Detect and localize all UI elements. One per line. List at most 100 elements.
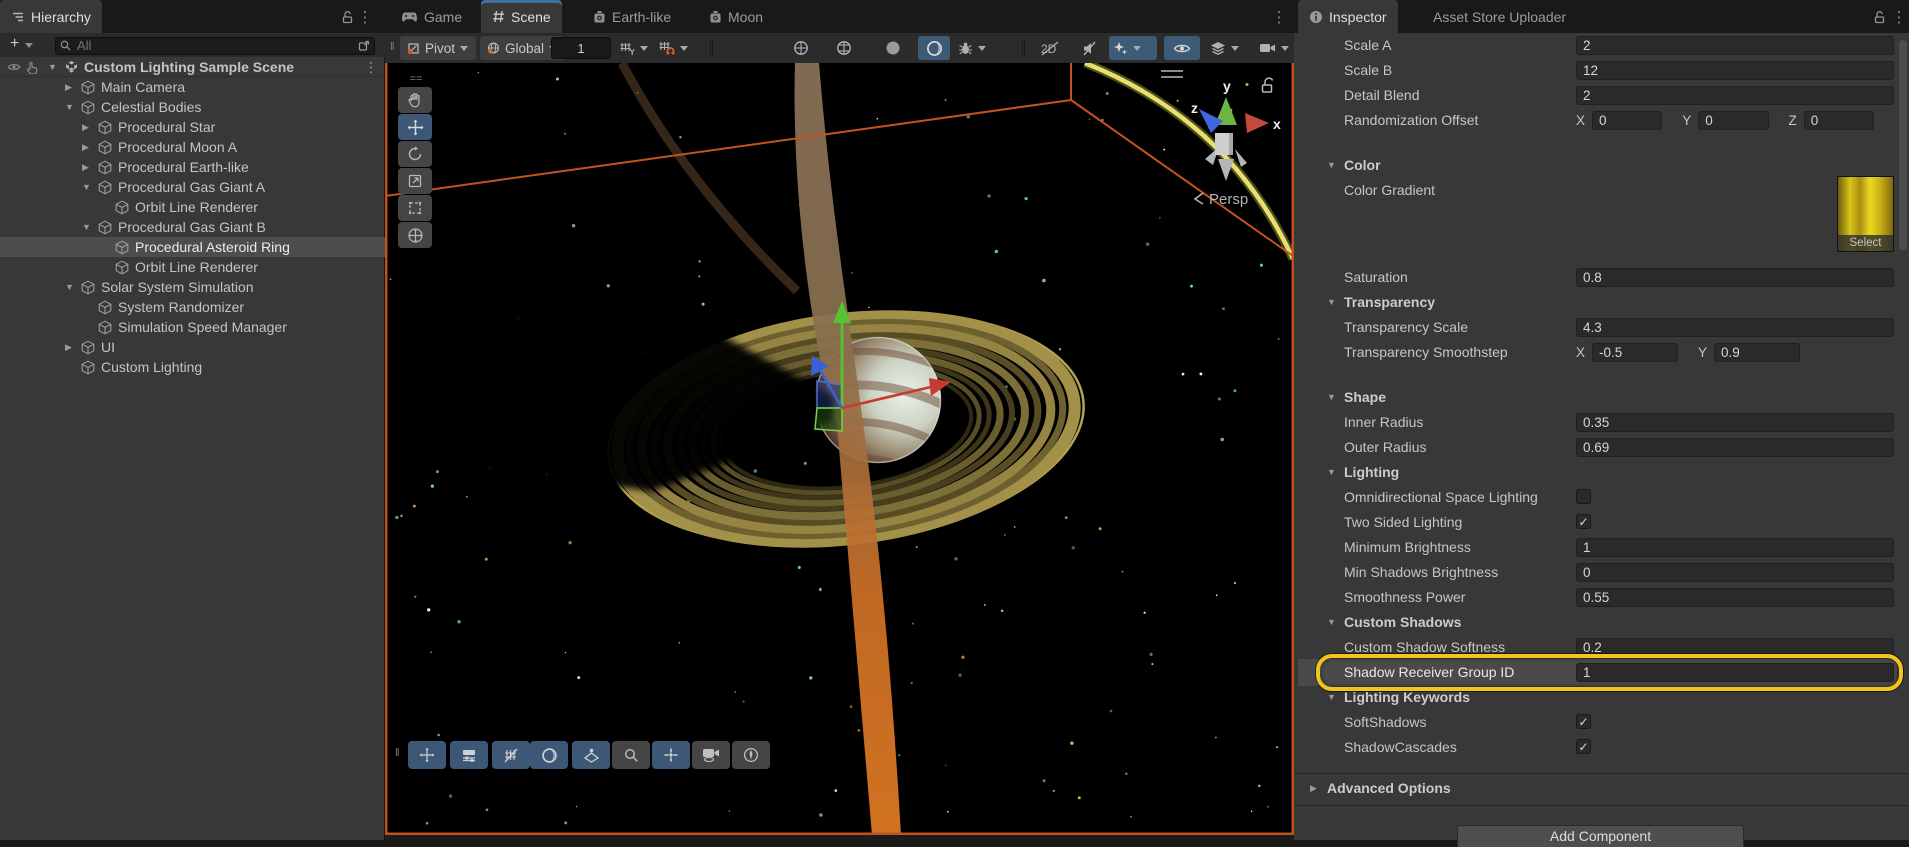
add-component-button[interactable]: Add Component [1457, 825, 1744, 847]
shading-mode-button[interactable] [785, 36, 817, 60]
axis-value-field[interactable]: 0 [1804, 111, 1874, 130]
inspector-row[interactable]: Omnidirectional Space Lighting [1294, 485, 1909, 510]
axis-value-field[interactable]: 0 [1698, 111, 1768, 130]
inspector-row[interactable]: Color GradientSelect [1294, 178, 1909, 203]
property-value-field[interactable]: 2 [1576, 86, 1894, 105]
projection-label[interactable]: Persp [1209, 191, 1248, 208]
inspector-section-header[interactable]: ▼Lighting [1294, 460, 1909, 485]
tree-foldout-icon[interactable]: ▼ [48, 62, 57, 72]
foldout-icon[interactable]: ▼ [1327, 617, 1336, 627]
scene-visibility-button[interactable] [1164, 36, 1200, 60]
hierarchy-item[interactable]: Custom Lighting [0, 357, 385, 377]
tree-foldout-icon[interactable]: ▶ [65, 82, 72, 93]
property-value-field[interactable]: 4.3 [1576, 318, 1894, 337]
tab-moon[interactable]: Moon [698, 0, 774, 33]
inspector-row[interactable]: Detail Blend2 [1294, 83, 1909, 108]
property-value-field[interactable]: 0 [1576, 563, 1894, 582]
inspector-section-header[interactable]: ▼Transparency [1294, 290, 1909, 315]
inspector-row[interactable]: Transparency SmoothstepX-0.5Y0.9 [1294, 340, 1909, 365]
scene-kebab-menu-icon[interactable]: ⋮ [1269, 0, 1289, 33]
tab-inspector[interactable]: Inspector [1298, 0, 1398, 33]
tree-foldout-icon[interactable]: ▼ [82, 222, 91, 232]
tools-drag-handle[interactable]: == [398, 73, 434, 85]
hierarchy-item[interactable]: ▶Procedural Moon A [0, 137, 385, 157]
tree-foldout-icon[interactable]: ▼ [65, 102, 74, 112]
property-value-field[interactable]: 2 [1576, 36, 1894, 55]
gradient-swatch[interactable]: Select [1837, 176, 1894, 252]
view-tool-button[interactable] [398, 87, 432, 113]
hierarchy-item[interactable]: ▶Procedural Star [0, 117, 385, 137]
camera-settings-button[interactable] [1257, 36, 1297, 60]
inspector-section-header[interactable]: ▶Advanced Options [1294, 776, 1909, 801]
rotate-tool-button[interactable] [398, 141, 432, 167]
tab-asset-store-uploader[interactable]: Asset Store Uploader [1422, 0, 1577, 33]
audio-mute-button[interactable] [1073, 36, 1105, 60]
axis-value-field[interactable]: 0 [1592, 111, 1662, 130]
inspector-row[interactable]: Saturation0.8 [1294, 265, 1909, 290]
bottom-zoom-button[interactable] [612, 741, 650, 769]
grid-snapping-button[interactable] [656, 36, 696, 60]
inspector-row[interactable]: Inner Radius0.35 [1294, 410, 1909, 435]
tree-foldout-icon[interactable]: ▶ [82, 142, 89, 153]
inspector-scrollbar[interactable] [1899, 40, 1907, 250]
bottom-move-button[interactable] [408, 741, 446, 769]
lighting-toggle-button[interactable] [828, 36, 860, 60]
bottom-settings-button[interactable] [450, 741, 488, 769]
property-value-field[interactable]: 0.2 [1576, 638, 1894, 657]
skybox-toggle-button[interactable] [877, 36, 909, 60]
inspector-row[interactable]: Smoothness Power0.55 [1294, 585, 1909, 610]
checkbox[interactable]: ✓ [1576, 714, 1591, 729]
inspector-row[interactable]: Two Sided Lighting✓ [1294, 510, 1909, 535]
snap-increment-field[interactable] [551, 37, 611, 59]
inspector-row[interactable]: Randomization OffsetX0Y0Z0 [1294, 108, 1909, 133]
hierarchy-item[interactable]: Orbit Line Renderer [0, 257, 385, 277]
fog-toggle-button[interactable] [918, 36, 950, 60]
inspector-section-header[interactable]: ▼Color [1294, 153, 1909, 178]
toolbar-drag-handle[interactable]: ‖ [390, 41, 396, 53]
inspector-row[interactable]: SoftShadows✓ [1294, 710, 1909, 735]
inspector-row[interactable]: Transparency Scale4.3 [1294, 315, 1909, 340]
inspector-row[interactable]: Scale A2 [1294, 33, 1909, 58]
hierarchy-item[interactable]: System Randomizer [0, 297, 385, 317]
transform-tool-button[interactable] [398, 222, 432, 248]
bottom-gizmo-button[interactable] [652, 741, 690, 769]
rect-tool-button[interactable] [398, 195, 432, 221]
tree-foldout-icon[interactable]: ▼ [65, 282, 74, 292]
property-value-field[interactable]: 12 [1576, 61, 1894, 80]
inspector-row[interactable]: ShadowCascades✓ [1294, 735, 1909, 760]
checkbox[interactable] [1576, 489, 1591, 504]
hierarchy-item[interactable]: ▼Celestial Bodies [0, 97, 385, 117]
bottom-overlay-drag-handle[interactable]: ‖ [395, 747, 401, 759]
axis-value-field[interactable]: -0.5 [1592, 343, 1678, 362]
hierarchy-item[interactable]: ▼Procedural Gas Giant B [0, 217, 385, 237]
scene-debug-button[interactable] [955, 36, 1003, 60]
layers-button[interactable] [1207, 36, 1255, 60]
gradient-select-button[interactable]: Select [1838, 235, 1893, 251]
hierarchy-item[interactable]: ▶UI [0, 337, 385, 357]
inspector-row[interactable]: Min Shadows Brightness0 [1294, 560, 1909, 585]
tab-earth-like[interactable]: Earth-like [582, 0, 682, 33]
checkbox[interactable]: ✓ [1576, 739, 1591, 754]
tree-foldout-icon[interactable]: ▶ [82, 162, 89, 173]
bottom-navigation-button[interactable] [732, 741, 770, 769]
scale-tool-button[interactable] [398, 168, 432, 194]
bottom-camera-preview-button[interactable] [692, 741, 730, 769]
hierarchy-item[interactable]: ▶Main Camera [0, 77, 385, 97]
property-value-field[interactable]: 1 [1576, 663, 1894, 682]
property-value-field[interactable]: 1 [1576, 538, 1894, 557]
scene-kebab-icon[interactable]: ⋮ [364, 59, 378, 76]
hierarchy-item[interactable]: ▼Procedural Gas Giant A [0, 177, 385, 197]
property-value-field[interactable]: 0.55 [1576, 588, 1894, 607]
inspector-row[interactable]: Minimum Brightness1 [1294, 535, 1909, 560]
scene-viewport[interactable]: y z x Persp [385, 63, 1294, 835]
move-tool-button[interactable] [398, 114, 432, 140]
foldout-icon[interactable]: ▶ [1310, 783, 1317, 794]
bottom-grid-button[interactable] [492, 741, 530, 769]
property-value-field[interactable]: 0.8 [1576, 268, 1894, 287]
inspector-row[interactable]: Shadow Receiver Group ID1 [1294, 660, 1909, 685]
checkbox[interactable]: ✓ [1576, 514, 1591, 529]
inspector-lock-icon[interactable] [1869, 0, 1889, 33]
pivot-mode-button[interactable]: Pivot [400, 36, 476, 60]
hierarchy-item[interactable]: ▼Custom Lighting Sample Scene⋮ [0, 57, 385, 77]
inspector-section-header[interactable]: ▼Custom Shadows [1294, 610, 1909, 635]
